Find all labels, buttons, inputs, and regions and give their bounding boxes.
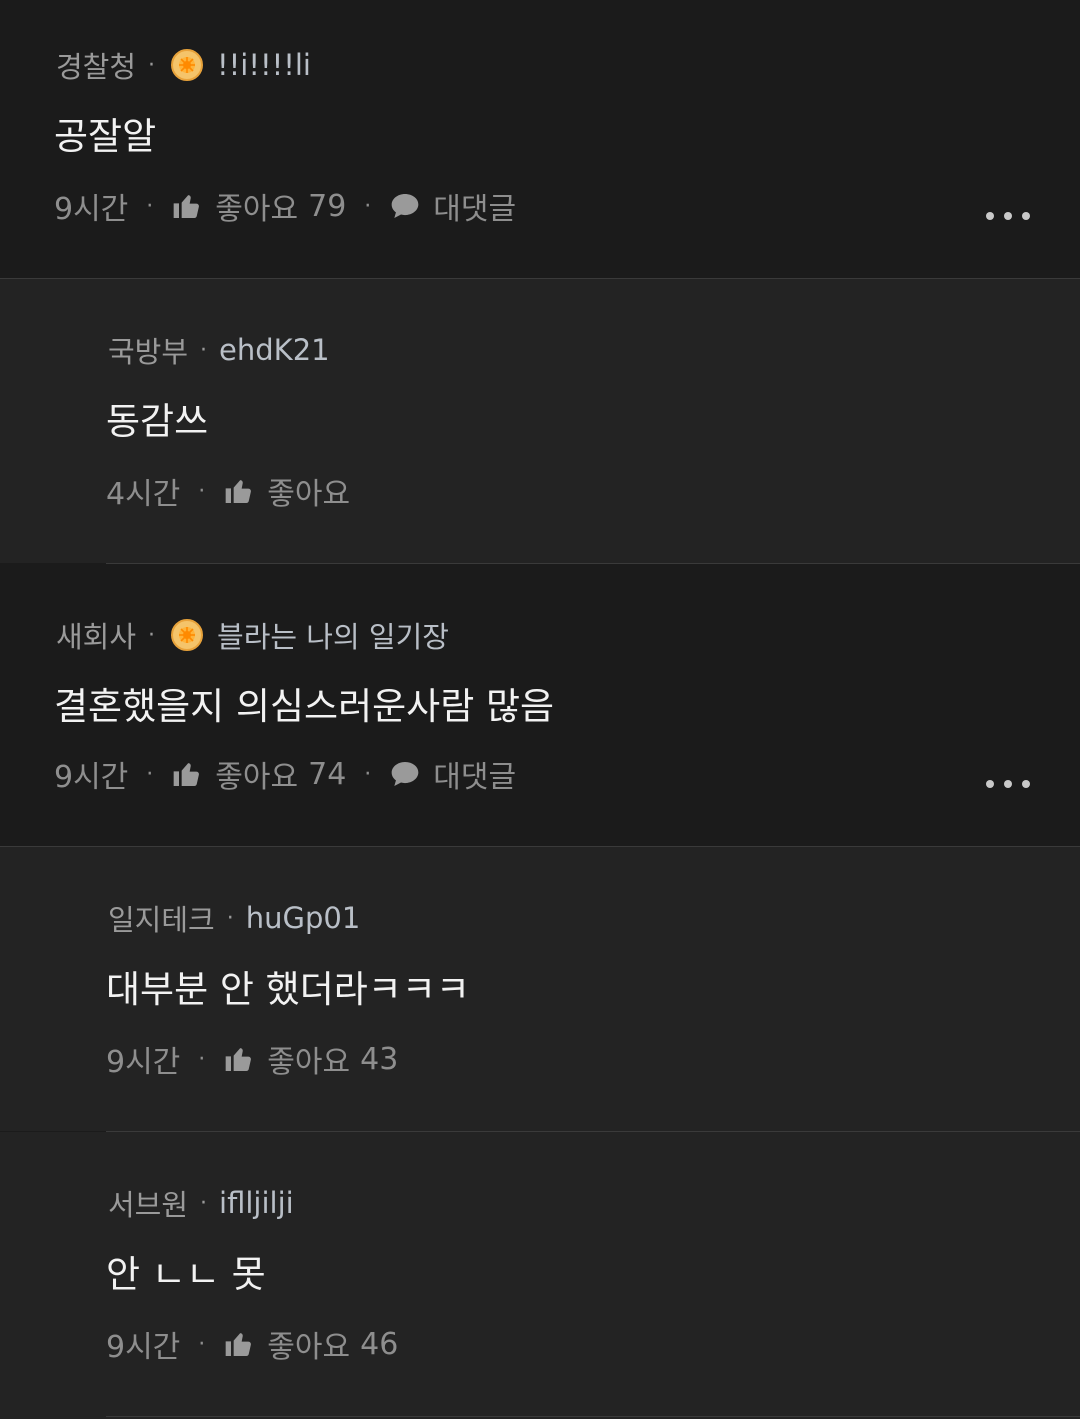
thumbs-up-icon	[225, 1048, 252, 1071]
timestamp: 4시간	[106, 477, 181, 512]
timestamp: 9시간	[106, 1045, 181, 1080]
speech-bubble-icon	[391, 762, 419, 786]
timestamp: 9시간	[54, 760, 129, 795]
company-name: 서브원	[108, 1188, 189, 1222]
like-label: 좋아요	[267, 477, 351, 512]
like-button[interactable]: 좋아요 74	[171, 752, 346, 796]
timestamp: 9시간	[106, 1330, 181, 1365]
more-dots-icon[interactable]	[986, 778, 1030, 790]
comment-text: 결혼했을지 의심스러운사람 많음	[54, 685, 555, 728]
separator-dot: ·	[364, 193, 372, 219]
like-label: 좋아요	[267, 1330, 351, 1365]
reply-actions: 4시간 · 좋아요	[106, 469, 350, 513]
reply-label: 대댓글	[433, 760, 517, 795]
reply-1: 국방부 · ehdK21 동감쓰 4시간 · 좋아요	[0, 279, 1080, 563]
comment-text: 공잘알	[54, 115, 157, 158]
separator-dot: ·	[146, 193, 154, 219]
company-name: 국방부	[108, 335, 189, 369]
separator-dot: ·	[148, 622, 156, 648]
separator-dot: ·	[198, 1331, 206, 1357]
like-button[interactable]: 좋아요 46	[223, 1322, 398, 1366]
comment-actions: 9시간 · 좋아요 74 · 대댓글	[54, 752, 516, 796]
reply-button[interactable]: 대댓글	[389, 184, 516, 228]
company-name: 일지테크	[108, 903, 215, 937]
separator-dot: ·	[148, 52, 156, 78]
reply-2: 일지테크 · huGp01 대부분 안 했더라ㅋㅋㅋ 9시간 · 좋아요 43	[0, 847, 1080, 1131]
separator-dot: ·	[364, 761, 372, 787]
reply-author[interactable]: 서브원 · iflljilji	[108, 1182, 294, 1224]
nickname: ehdK21	[219, 333, 330, 367]
nickname: 블라는 나의 일기장	[217, 620, 449, 654]
like-button[interactable]: 좋아요	[223, 469, 350, 513]
like-label: 좋아요	[215, 760, 299, 795]
reply-actions: 9시간 · 좋아요 46	[106, 1322, 398, 1366]
separator-dot: ·	[226, 905, 234, 931]
company-name: 새회사	[56, 620, 137, 654]
separator-dot: ·	[146, 761, 154, 787]
nickname: iflljilji	[219, 1186, 294, 1220]
like-label: 좋아요	[215, 192, 299, 227]
separator-dot: ·	[200, 1190, 208, 1216]
comment-1: 경찰청 · !!i!!!!li 공잘알 9시간 · 좋아요 79 · 대댓글	[0, 0, 1080, 278]
separator-dot: ·	[198, 478, 206, 504]
reply-button[interactable]: 대댓글	[389, 752, 516, 796]
separator-dot: ·	[198, 1046, 206, 1072]
comment-2: 새회사 · 블라는 나의 일기장 결혼했을지 의심스러운사람 많음 9시간 · …	[0, 564, 1080, 846]
reply-actions: 9시간 · 좋아요 43	[106, 1037, 398, 1081]
comment-author[interactable]: 새회사 · 블라는 나의 일기장	[56, 614, 449, 656]
orange-badge-icon	[171, 619, 204, 651]
like-label: 좋아요	[267, 1045, 351, 1080]
like-button[interactable]: 좋아요 79	[171, 184, 346, 228]
reply-3: 서브원 · iflljilji 안 ㄴㄴ 못 9시간 · 좋아요 46	[0, 1132, 1080, 1419]
orange-badge-icon	[171, 49, 204, 81]
reply-author[interactable]: 국방부 · ehdK21	[108, 329, 330, 371]
like-count: 74	[308, 756, 347, 792]
speech-bubble-icon	[391, 194, 419, 218]
timestamp: 9시간	[54, 192, 129, 227]
thumbs-up-icon	[225, 1333, 252, 1356]
comment-author[interactable]: 경찰청 · !!i!!!!li	[56, 44, 311, 86]
thumbs-up-icon	[173, 763, 200, 786]
like-count: 79	[308, 188, 347, 224]
reply-author[interactable]: 일지테크 · huGp01	[108, 897, 360, 939]
company-name: 경찰청	[56, 50, 137, 84]
thumbs-up-icon	[225, 480, 252, 503]
like-count: 46	[360, 1326, 399, 1362]
nickname: !!i!!!!li	[217, 48, 311, 82]
comment-actions: 9시간 · 좋아요 79 · 대댓글	[54, 184, 516, 228]
separator-dot: ·	[200, 337, 208, 363]
divider	[106, 1416, 1080, 1417]
reply-text: 대부분 안 했더라ㅋㅋㅋ	[106, 968, 470, 1011]
reply-label: 대댓글	[433, 192, 517, 227]
like-count: 43	[360, 1041, 399, 1077]
more-dots-icon[interactable]	[986, 210, 1030, 222]
reply-text: 안 ㄴㄴ 못	[106, 1253, 266, 1296]
reply-text: 동감쓰	[106, 400, 209, 443]
like-button[interactable]: 좋아요 43	[223, 1037, 398, 1081]
thumbs-up-icon	[173, 195, 200, 218]
nickname: huGp01	[245, 901, 361, 935]
